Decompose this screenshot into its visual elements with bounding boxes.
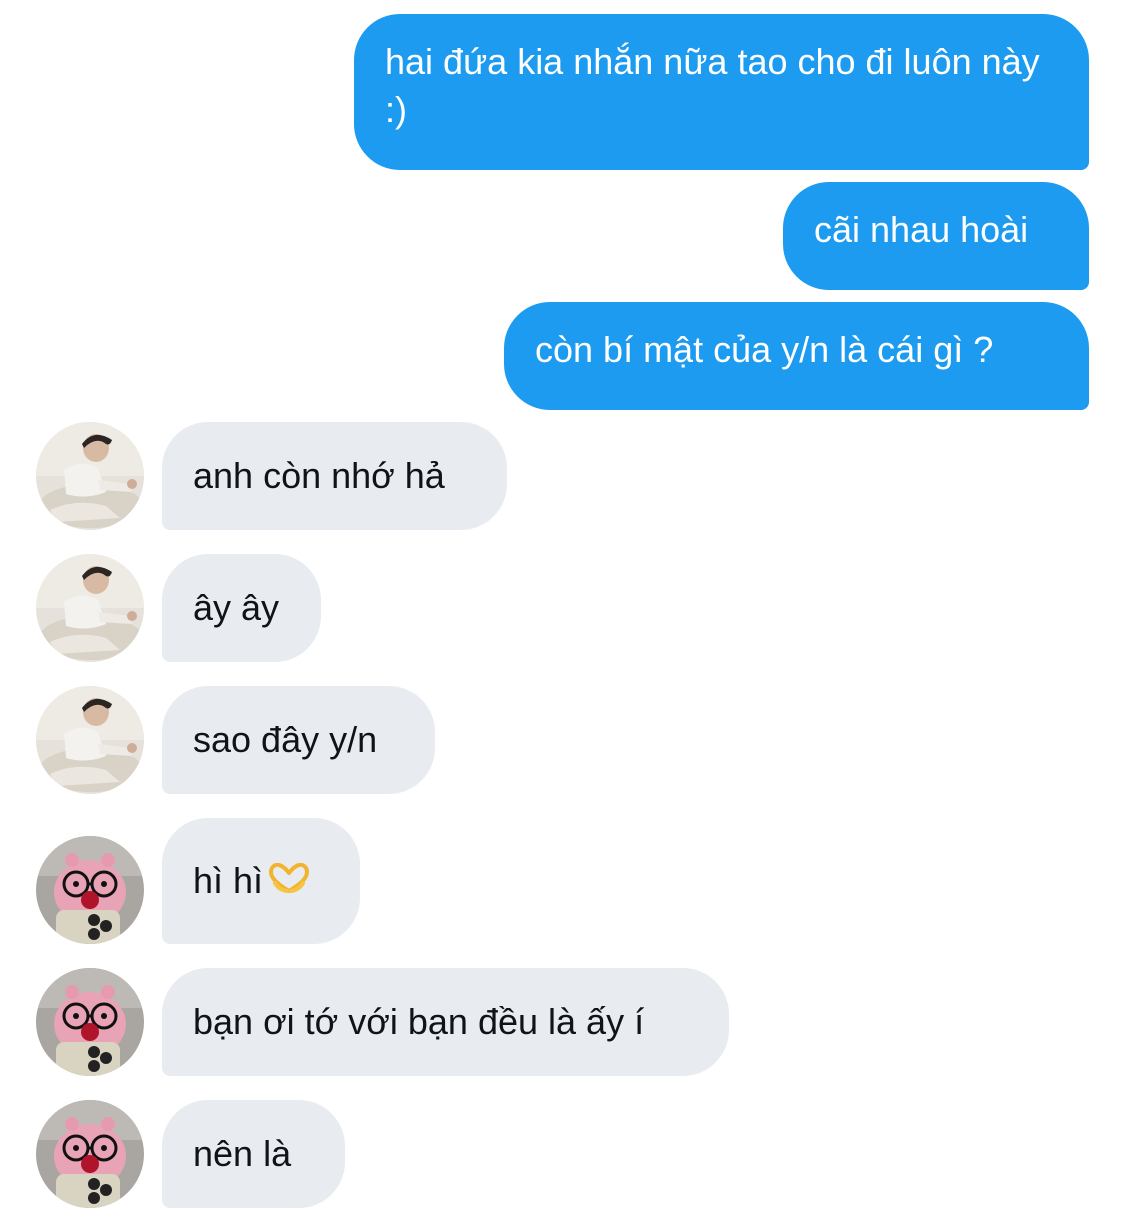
message-text: hai đứa kia nhắn nữa tao cho đi luôn này…	[385, 41, 1040, 130]
sent-message-bubble[interactable]: còn bí mật của y/n là cái gì ?	[504, 302, 1089, 410]
man-in-white-avatar[interactable]	[36, 686, 144, 794]
message-text: nên là	[193, 1133, 292, 1174]
message-text: sao đây y/n	[193, 719, 378, 760]
received-message-bubble[interactable]: ây ây	[162, 554, 321, 662]
message-thread: hai đứa kia nhắn nữa tao cho đi luôn này…	[0, 0, 1125, 1216]
received-message-bubble[interactable]: hì hì	[162, 818, 360, 944]
heart-hands-emoji-icon	[269, 857, 310, 905]
message-text: còn bí mật của y/n là cái gì ?	[535, 329, 994, 370]
man-in-white-avatar[interactable]	[36, 422, 144, 530]
message-text: anh còn nhớ hả	[193, 455, 445, 496]
message-text: cãi nhau hoài	[814, 209, 1029, 250]
received-message-bubble[interactable]: nên là	[162, 1100, 345, 1208]
received-message-bubble[interactable]: sao đây y/n	[162, 686, 435, 794]
message-text: ây ây	[193, 587, 280, 628]
pink-plush-avatar[interactable]	[36, 836, 144, 944]
message-text: hì hì	[193, 860, 264, 901]
sent-message-bubble[interactable]: cãi nhau hoài	[783, 182, 1089, 290]
pink-plush-avatar[interactable]	[36, 1100, 144, 1208]
received-message-bubble[interactable]: bạn ơi tớ với bạn đều là ấy í	[162, 968, 729, 1076]
message-text: bạn ơi tớ với bạn đều là ấy í	[193, 1001, 645, 1042]
sent-message-bubble[interactable]: hai đứa kia nhắn nữa tao cho đi luôn này…	[354, 14, 1089, 170]
received-message-bubble[interactable]: anh còn nhớ hả	[162, 422, 507, 530]
man-in-white-avatar[interactable]	[36, 554, 144, 662]
pink-plush-avatar[interactable]	[36, 968, 144, 1076]
